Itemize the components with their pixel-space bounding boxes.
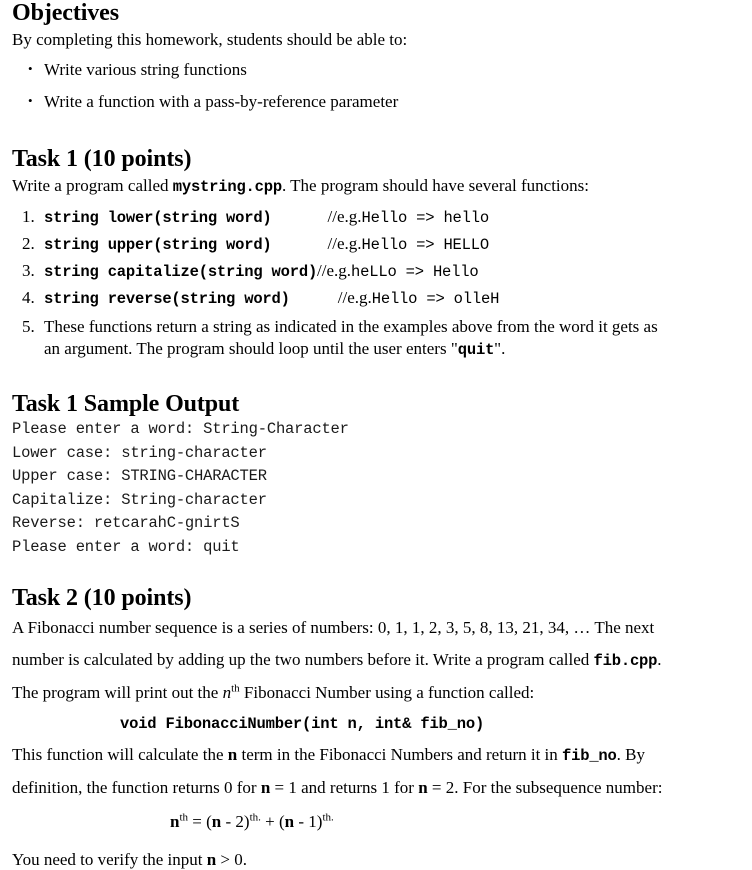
nth-superscript: th xyxy=(231,681,240,694)
comment-eg: e.g. xyxy=(337,207,362,226)
task2-p3-a: definition, the function returns 0 for xyxy=(12,777,261,797)
comment-eg: e.g. xyxy=(347,288,372,307)
task1-intro-after: . The program should have several functi… xyxy=(281,176,589,195)
task1-filename: mystring.cpp xyxy=(172,178,282,196)
task2-p1-line1: A Fibonacci number sequence is a series … xyxy=(12,617,655,637)
n-variable: n xyxy=(227,744,238,764)
item5-line1: These functions return a string as indic… xyxy=(44,317,658,336)
comment-code: Hello => HELLO xyxy=(361,236,490,254)
item5-line2-before: an argument. The program should loop unt… xyxy=(44,339,458,358)
formula-plus: + ( xyxy=(260,811,285,831)
formula-sup1: th xyxy=(179,810,189,823)
sample-output-line: Lower case: string-character xyxy=(12,443,267,462)
verify-b: > 0. xyxy=(216,849,248,869)
comment-code: Hello => olleH xyxy=(371,290,500,308)
task2-verify-line: You need to verify the input n > 0. xyxy=(12,849,752,870)
function-signature: string lower(string word) xyxy=(44,209,272,227)
list-item-number: 2. xyxy=(22,234,35,253)
verify-a: You need to verify the input xyxy=(12,849,207,869)
sample-output-line: Please enter a word: String-Character xyxy=(12,420,349,438)
list-item-number: 4. xyxy=(22,288,35,307)
comment-slash: // xyxy=(327,207,337,226)
list-item-number: 1. xyxy=(22,207,35,226)
sample-output-line: Upper case: STRING-CHARACTER xyxy=(12,467,267,486)
list-item: 3. string capitalize(string word)//e.g.h… xyxy=(0,260,752,283)
formula-minus1: - 1) xyxy=(294,811,323,831)
task2-paragraph-2: This function will calculate the n term … xyxy=(12,739,752,804)
comment-slash: // xyxy=(317,261,327,280)
formula-sup3: th. xyxy=(322,810,334,823)
task2-p3-c: = 2. For the subsequence number: xyxy=(427,777,663,797)
task2-p2-c: . By xyxy=(616,744,645,764)
task1-intro: Write a program called mystring.cpp. The… xyxy=(12,175,752,198)
task2-p3-b: = 1 and returns 1 for xyxy=(270,777,419,797)
comment-eg: e.g. xyxy=(337,234,362,253)
n-variable: n xyxy=(418,777,428,797)
task2-p3-line: definition, the function returns 0 for n… xyxy=(12,772,752,804)
item5-line2-after: ". xyxy=(494,339,506,358)
formula-n2: n xyxy=(211,811,222,831)
formula-n3: n xyxy=(284,811,295,831)
n-variable: n xyxy=(206,849,217,869)
task2-p1-line2-after: . xyxy=(657,649,662,669)
fibonacci-function-signature: void FibonacciNumber(int n, int& fib_no) xyxy=(120,714,485,733)
n-variable: n xyxy=(260,777,271,797)
comment-slash: // xyxy=(327,234,337,253)
task1-function-list: 1. string lower(string word)//e.g.Hello … xyxy=(0,206,752,361)
function-signature: string reverse(string word) xyxy=(44,290,290,308)
quit-keyword: quit xyxy=(457,341,495,359)
document-page: Objectives By completing this homework, … xyxy=(0,0,752,869)
task2-p1-line2-before: number is calculated by adding up the tw… xyxy=(12,649,594,669)
task2-p1-line3: The program will print out the nth Fibon… xyxy=(12,677,752,709)
objectives-bullet-list: Write various string functions Write a f… xyxy=(0,58,752,112)
list-item-number: 5. xyxy=(22,317,35,336)
task2-p1-line3-before: The program will print out the xyxy=(12,682,223,702)
objectives-intro: By completing this homework, students sh… xyxy=(12,30,408,49)
task2-p2-line: This function will calculate the n term … xyxy=(12,739,752,772)
comment-code: heLLo => Hello xyxy=(351,263,479,281)
objectives-heading: Objectives xyxy=(12,0,119,26)
comment-eg: e.g. xyxy=(326,261,352,280)
list-item: 1. string lower(string word) //e.g.Hello … xyxy=(0,206,752,229)
formula-minus2: - 2) xyxy=(221,811,250,831)
function-signature: string capitalize(string word) xyxy=(44,263,318,281)
fib-filename: fib.cpp xyxy=(593,651,658,670)
list-item: 4. string reverse(string word) //e.g.Hell… xyxy=(0,287,752,310)
sample-output-line: Reverse: retcarahC-gnirtS xyxy=(12,514,240,533)
sample-output-line: Please enter a word: quit xyxy=(12,537,240,556)
task2-heading: Task 2 (10 points) xyxy=(12,584,192,611)
fibonacci-formula: nth = (n - 2)th. + (n - 1)th. xyxy=(0,810,752,834)
task2-p2-a: This function will calculate the xyxy=(12,744,228,764)
list-item: 5. These functions return a string as in… xyxy=(0,316,752,361)
nth-variable: n xyxy=(222,682,232,702)
sample-output-block: Please enter a word: String-Character Lo… xyxy=(12,418,752,560)
task1-heading: Task 1 (10 points) xyxy=(12,146,192,172)
task2-p2-b: term in the Fibonacci Numbers and return… xyxy=(237,744,563,764)
fib-no-variable: fib_no xyxy=(562,746,617,765)
comment-slash: // xyxy=(337,288,348,307)
formula-sup2: th. xyxy=(249,810,261,823)
list-item: 2. string upper(string word) //e.g.Hello … xyxy=(0,233,752,256)
list-item: Write various string functions xyxy=(0,58,752,80)
comment-code: Hello => hello xyxy=(361,209,490,227)
task2-p1-line2: number is calculated by adding up the tw… xyxy=(12,644,752,677)
task2-signature-row: void FibonacciNumber(int n, int& fib_no) xyxy=(0,715,752,733)
formula-eq: = ( xyxy=(188,811,212,831)
function-signature: string upper(string word) xyxy=(44,236,272,254)
task2-paragraph-1: A Fibonacci number sequence is a series … xyxy=(12,612,752,709)
list-item: Write a function with a pass-by-referenc… xyxy=(0,90,752,112)
task2-p1-line3-after: Fibonacci Number using a function called… xyxy=(239,682,535,702)
list-item-number: 3. xyxy=(22,261,35,280)
item5-line2: an argument. The program should loop unt… xyxy=(44,338,752,361)
sample-output-line: Capitalize: String-character xyxy=(12,490,267,509)
sample-output-heading: Task 1 Sample Output xyxy=(12,391,240,417)
task1-intro-before: Write a program called xyxy=(12,176,173,195)
